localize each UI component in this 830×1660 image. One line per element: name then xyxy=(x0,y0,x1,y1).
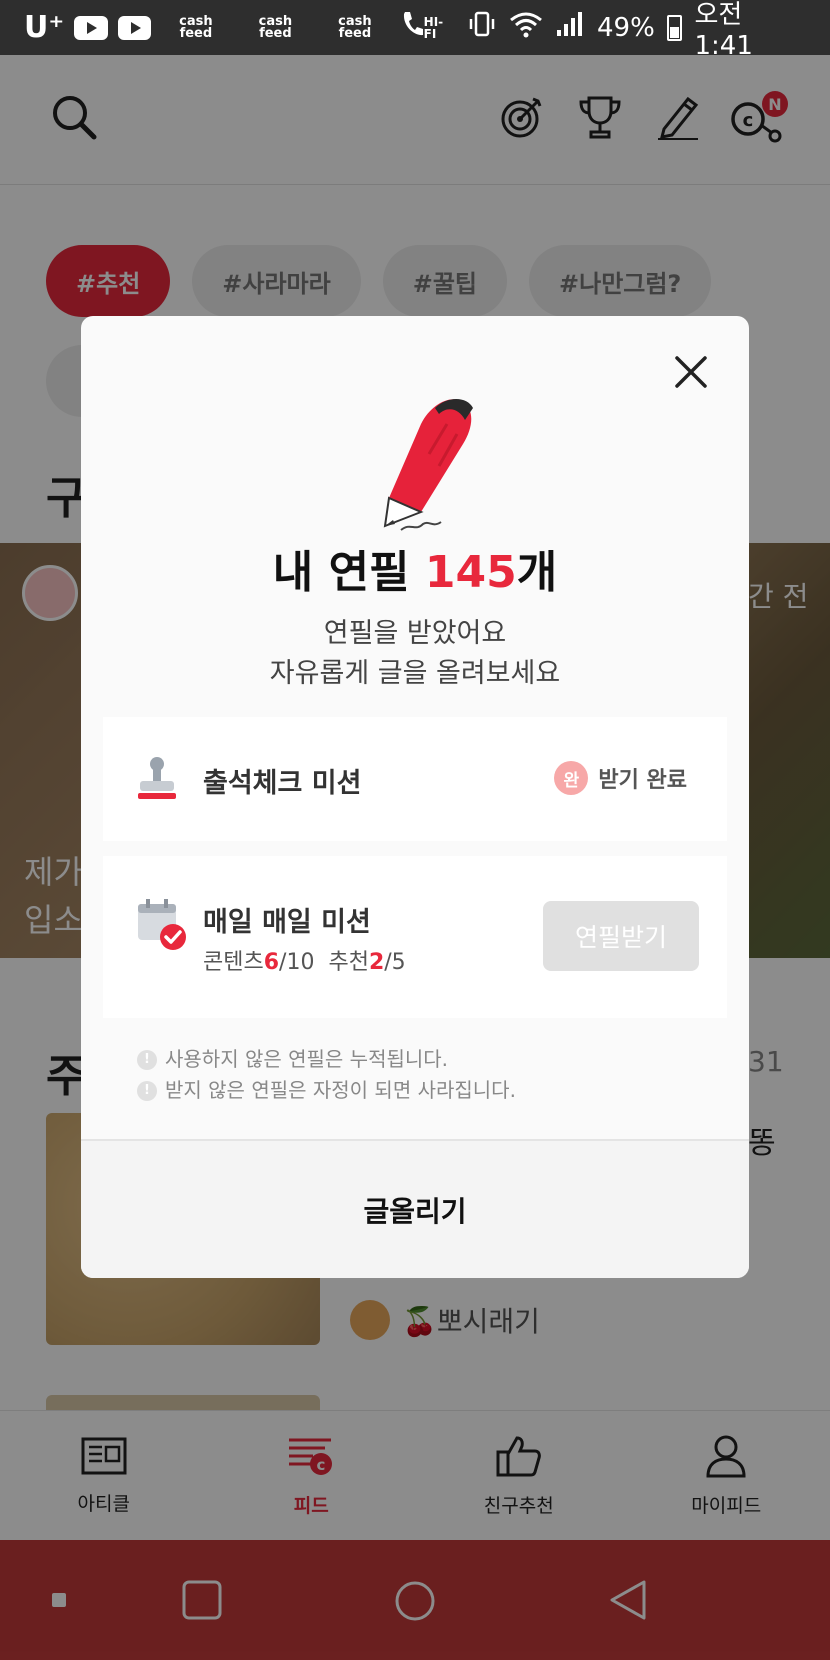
pencil-count: 145 xyxy=(424,547,517,598)
claim-complete-status: 완 받기 완료 xyxy=(554,761,687,795)
calendar-check-icon xyxy=(135,896,189,956)
pencil-reward-dialog: 내 연필 145개 연필을 받았어요 자유롭게 글을 올려보세요 출석체크 미션… xyxy=(81,316,749,1278)
vibrate-icon xyxy=(467,10,497,45)
stamp-icon xyxy=(135,755,179,809)
get-pencil-button[interactable]: 연필받기 xyxy=(543,901,699,971)
clock: 오전 1:41 xyxy=(694,0,753,61)
youtube-icon xyxy=(74,15,108,40)
carrier-label: U⁺ xyxy=(24,10,65,45)
system-nav-dim xyxy=(0,1540,830,1660)
mission-progress: 콘텐츠6/10 추천2/5 xyxy=(203,950,406,975)
pencil-count-title: 내 연필 145개 xyxy=(272,547,558,598)
wifi-icon xyxy=(509,10,543,45)
claim-complete-label: 받기 완료 xyxy=(598,768,687,793)
write-post-button[interactable]: 글올리기 xyxy=(81,1139,749,1278)
daily-mission-card: 매일 매일 미션 콘텐츠6/10 추천2/5 연필받기 xyxy=(103,856,727,1018)
mission-title: 출석체크 미션 xyxy=(203,768,362,799)
youtube-icon xyxy=(117,15,152,40)
note-item: ! 사용하지 않은 연필은 누적됩니다. xyxy=(137,1044,516,1075)
status-bar: U⁺ cash feed cash feed cash feed HI-FI 4… xyxy=(0,0,830,61)
cash-feed-icon: cash feed xyxy=(258,13,293,41)
signal-icon xyxy=(555,10,585,45)
dialog-notes: ! 사용하지 않은 연필은 누적됩니다. ! 받지 않은 연필은 자정이 되면 … xyxy=(137,1044,516,1106)
note-item: ! 받지 않은 연필은 자정이 되면 사라집니다. xyxy=(137,1075,516,1106)
complete-badge: 완 xyxy=(554,761,589,795)
red-pencil-icon xyxy=(371,394,491,534)
dialog-subtitle: 연필을 받았어요 자유롭게 글을 올려보세요 xyxy=(269,618,561,689)
hifi-label: HI-FI xyxy=(423,14,444,41)
cash-feed-icon: cash feed xyxy=(338,13,372,41)
battery-percent: 49% xyxy=(596,12,655,43)
phone-icon xyxy=(400,10,424,45)
info-icon: ! xyxy=(137,1049,157,1070)
battery-icon xyxy=(666,14,683,41)
attendance-mission-card: 출석체크 미션 완 받기 완료 xyxy=(103,717,727,841)
cash-feed-icon: cash feed xyxy=(179,13,213,41)
close-icon[interactable] xyxy=(669,350,713,394)
info-icon: ! xyxy=(137,1080,157,1101)
mission-title: 매일 매일 미션 xyxy=(203,907,371,938)
